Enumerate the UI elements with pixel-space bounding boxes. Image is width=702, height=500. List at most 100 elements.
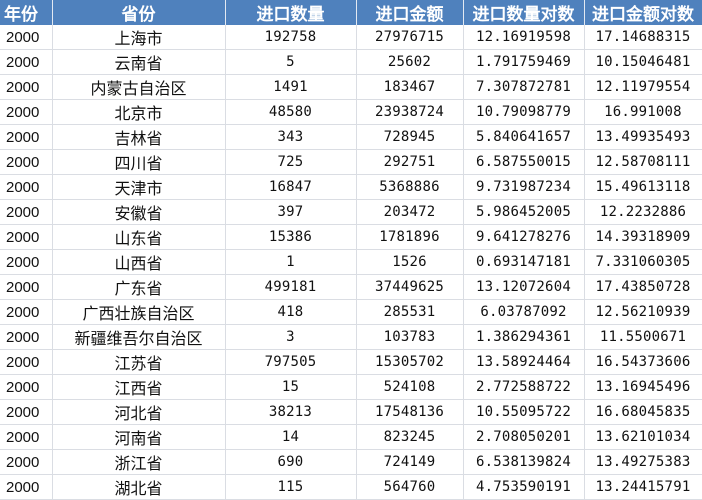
cell-province[interactable]: 北京市 <box>52 99 226 125</box>
cell-import-amount[interactable]: 564760 <box>356 474 464 500</box>
cell-year[interactable]: 2000 <box>0 374 53 400</box>
header-import-quantity[interactable]: 进口数量 <box>225 0 357 25</box>
cell-import-quantity[interactable]: 797505 <box>225 349 357 375</box>
header-province[interactable]: 省份 <box>52 0 226 25</box>
cell-year[interactable]: 2000 <box>0 324 53 350</box>
cell-import-quantity[interactable]: 16847 <box>225 174 357 200</box>
cell-import-amount-log[interactable]: 13.24415791 <box>584 474 702 500</box>
cell-year[interactable]: 2000 <box>0 249 53 275</box>
cell-province[interactable]: 浙江省 <box>52 449 226 475</box>
cell-import-quantity[interactable]: 115 <box>225 474 357 500</box>
cell-import-quantity-log[interactable]: 0.693147181 <box>463 249 585 275</box>
cell-import-amount-log[interactable]: 13.16945496 <box>584 374 702 400</box>
cell-import-amount-log[interactable]: 16.991008 <box>584 99 702 125</box>
cell-year[interactable]: 2000 <box>0 474 53 500</box>
cell-province[interactable]: 湖北省 <box>52 474 226 500</box>
cell-province[interactable]: 吉林省 <box>52 124 226 150</box>
cell-province[interactable]: 广东省 <box>52 274 226 300</box>
cell-import-quantity[interactable]: 725 <box>225 149 357 175</box>
cell-province[interactable]: 上海市 <box>52 25 226 50</box>
cell-year[interactable]: 2000 <box>0 99 53 125</box>
cell-year[interactable]: 2000 <box>0 274 53 300</box>
cell-import-quantity-log[interactable]: 5.840641657 <box>463 124 585 150</box>
cell-import-amount-log[interactable]: 15.49613118 <box>584 174 702 200</box>
cell-import-quantity-log[interactable]: 12.16919598 <box>463 25 585 50</box>
cell-import-quantity[interactable]: 1491 <box>225 74 357 100</box>
cell-import-amount[interactable]: 27976715 <box>356 25 464 50</box>
cell-year[interactable]: 2000 <box>0 224 53 250</box>
cell-import-amount-log[interactable]: 10.15046481 <box>584 49 702 75</box>
cell-import-amount-log[interactable]: 17.14688315 <box>584 25 702 50</box>
cell-import-quantity-log[interactable]: 10.55095722 <box>463 399 585 425</box>
cell-import-amount[interactable]: 292751 <box>356 149 464 175</box>
cell-import-quantity[interactable]: 48580 <box>225 99 357 125</box>
cell-province[interactable]: 安徽省 <box>52 199 226 225</box>
cell-import-amount[interactable]: 728945 <box>356 124 464 150</box>
cell-year[interactable]: 2000 <box>0 149 53 175</box>
cell-year[interactable]: 2000 <box>0 25 53 50</box>
cell-import-amount-log[interactable]: 13.62101034 <box>584 424 702 450</box>
cell-import-quantity[interactable]: 343 <box>225 124 357 150</box>
cell-import-quantity[interactable]: 5 <box>225 49 357 75</box>
cell-import-quantity[interactable]: 38213 <box>225 399 357 425</box>
cell-import-quantity-log[interactable]: 13.12072604 <box>463 274 585 300</box>
cell-import-amount[interactable]: 724149 <box>356 449 464 475</box>
cell-import-amount[interactable]: 17548136 <box>356 399 464 425</box>
cell-province[interactable]: 江西省 <box>52 374 226 400</box>
cell-province[interactable]: 新疆维吾尔自治区 <box>52 324 226 350</box>
cell-import-quantity[interactable]: 15386 <box>225 224 357 250</box>
cell-import-quantity-log[interactable]: 4.753590191 <box>463 474 585 500</box>
cell-year[interactable]: 2000 <box>0 424 53 450</box>
cell-province[interactable]: 江苏省 <box>52 349 226 375</box>
cell-import-quantity-log[interactable]: 6.587550015 <box>463 149 585 175</box>
cell-import-amount-log[interactable]: 7.331060305 <box>584 249 702 275</box>
cell-import-quantity-log[interactable]: 6.03787092 <box>463 299 585 325</box>
cell-import-amount[interactable]: 37449625 <box>356 274 464 300</box>
cell-year[interactable]: 2000 <box>0 174 53 200</box>
cell-import-amount-log[interactable]: 16.54373606 <box>584 349 702 375</box>
cell-import-quantity-log[interactable]: 6.538139824 <box>463 449 585 475</box>
cell-import-quantity[interactable]: 3 <box>225 324 357 350</box>
header-import-quantity-log[interactable]: 进口数量对数 <box>463 0 585 25</box>
cell-import-amount[interactable]: 15305702 <box>356 349 464 375</box>
cell-import-amount-log[interactable]: 14.39318909 <box>584 224 702 250</box>
cell-import-quantity-log[interactable]: 10.79098779 <box>463 99 585 125</box>
cell-import-quantity-log[interactable]: 2.708050201 <box>463 424 585 450</box>
header-year[interactable]: 年份 <box>0 0 53 25</box>
cell-year[interactable]: 2000 <box>0 399 53 425</box>
cell-year[interactable]: 2000 <box>0 349 53 375</box>
cell-import-amount[interactable]: 524108 <box>356 374 464 400</box>
header-import-amount-log[interactable]: 进口金额对数 <box>584 0 702 25</box>
cell-import-amount[interactable]: 103783 <box>356 324 464 350</box>
cell-import-amount-log[interactable]: 13.49935493 <box>584 124 702 150</box>
cell-import-quantity-log[interactable]: 1.386294361 <box>463 324 585 350</box>
cell-import-quantity[interactable]: 1 <box>225 249 357 275</box>
cell-province[interactable]: 河北省 <box>52 399 226 425</box>
cell-import-amount-log[interactable]: 12.56210939 <box>584 299 702 325</box>
cell-import-amount-log[interactable]: 13.49275383 <box>584 449 702 475</box>
cell-import-quantity-log[interactable]: 1.791759469 <box>463 49 585 75</box>
cell-year[interactable]: 2000 <box>0 199 53 225</box>
cell-import-amount-log[interactable]: 12.2232886 <box>584 199 702 225</box>
cell-import-amount[interactable]: 5368886 <box>356 174 464 200</box>
cell-year[interactable]: 2000 <box>0 74 53 100</box>
cell-import-quantity[interactable]: 14 <box>225 424 357 450</box>
cell-year[interactable]: 2000 <box>0 449 53 475</box>
cell-import-quantity[interactable]: 690 <box>225 449 357 475</box>
cell-import-quantity[interactable]: 192758 <box>225 25 357 50</box>
cell-import-quantity-log[interactable]: 2.772588722 <box>463 374 585 400</box>
cell-import-amount-log[interactable]: 17.43850728 <box>584 274 702 300</box>
cell-import-quantity[interactable]: 15 <box>225 374 357 400</box>
cell-year[interactable]: 2000 <box>0 299 53 325</box>
header-import-amount[interactable]: 进口金额 <box>356 0 464 25</box>
cell-import-quantity-log[interactable]: 9.731987234 <box>463 174 585 200</box>
cell-import-quantity-log[interactable]: 9.641278276 <box>463 224 585 250</box>
cell-province[interactable]: 天津市 <box>52 174 226 200</box>
cell-import-quantity[interactable]: 418 <box>225 299 357 325</box>
cell-import-amount[interactable]: 1781896 <box>356 224 464 250</box>
cell-import-amount-log[interactable]: 11.5500671 <box>584 324 702 350</box>
cell-province[interactable]: 山东省 <box>52 224 226 250</box>
cell-province[interactable]: 河南省 <box>52 424 226 450</box>
cell-import-amount-log[interactable]: 16.68045835 <box>584 399 702 425</box>
cell-import-quantity[interactable]: 397 <box>225 199 357 225</box>
